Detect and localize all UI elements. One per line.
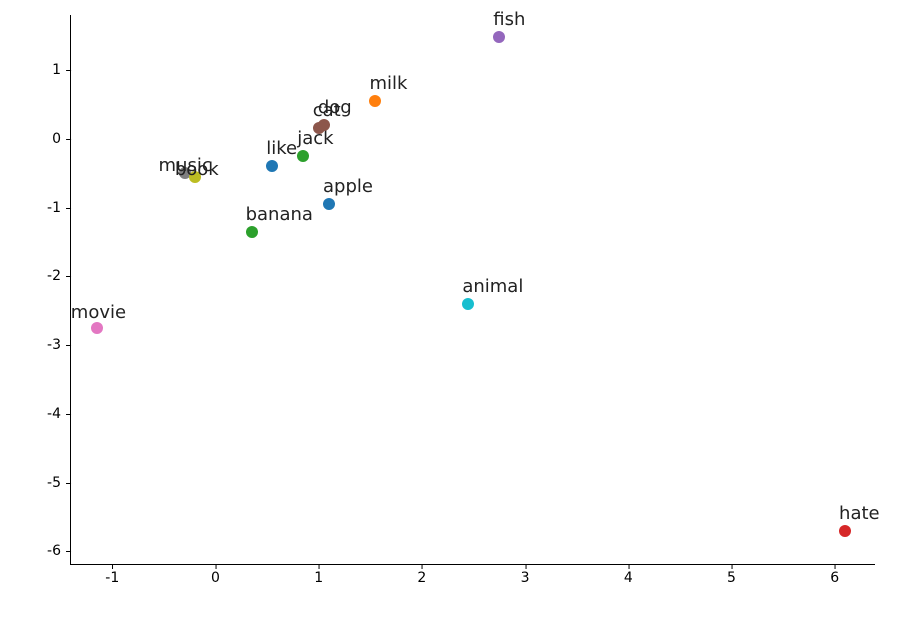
data-label-book: book bbox=[175, 159, 219, 180]
x-tick-label: 6 bbox=[830, 570, 839, 586]
data-label-dog: dog bbox=[318, 97, 352, 118]
data-point-movie bbox=[91, 322, 103, 334]
data-label-movie: movie bbox=[71, 302, 126, 323]
x-tick-label: 2 bbox=[417, 570, 426, 586]
data-label-fish: fish bbox=[493, 9, 525, 30]
y-tick-label: 1 bbox=[52, 62, 61, 78]
data-label-banana: banana bbox=[246, 204, 313, 225]
data-label-animal: animal bbox=[462, 276, 523, 297]
x-tick-label: 5 bbox=[727, 570, 736, 586]
x-tick-label: -1 bbox=[105, 570, 119, 586]
y-tick-label: -4 bbox=[47, 406, 61, 422]
y-tick-label: -5 bbox=[47, 475, 61, 491]
data-label-hate: hate bbox=[839, 503, 880, 524]
data-point-jack bbox=[297, 150, 309, 162]
x-tick-label: 4 bbox=[624, 570, 633, 586]
data-point-banana bbox=[246, 226, 258, 238]
y-tick-label: -6 bbox=[47, 543, 61, 559]
x-tick-label: 3 bbox=[521, 570, 530, 586]
y-tick-label: -1 bbox=[47, 200, 61, 216]
x-tick-label: 1 bbox=[314, 570, 323, 586]
y-tick-label: -3 bbox=[47, 337, 61, 353]
data-point-milk bbox=[369, 95, 381, 107]
y-tick-label: -2 bbox=[47, 268, 61, 284]
x-tick-label: 0 bbox=[211, 570, 220, 586]
data-label-milk: milk bbox=[369, 73, 407, 94]
data-point-fish bbox=[493, 31, 505, 43]
data-point-like bbox=[266, 160, 278, 172]
data-label-apple: apple bbox=[323, 176, 373, 197]
data-point-hate bbox=[839, 525, 851, 537]
data-point-apple bbox=[323, 198, 335, 210]
scatter-plot: -10123456-6-5-4-3-2-101moviemusicbookban… bbox=[70, 15, 875, 565]
data-point-animal bbox=[462, 298, 474, 310]
data-point-dog bbox=[318, 119, 330, 131]
y-tick-label: 0 bbox=[52, 131, 61, 147]
data-label-like: like bbox=[266, 138, 297, 159]
